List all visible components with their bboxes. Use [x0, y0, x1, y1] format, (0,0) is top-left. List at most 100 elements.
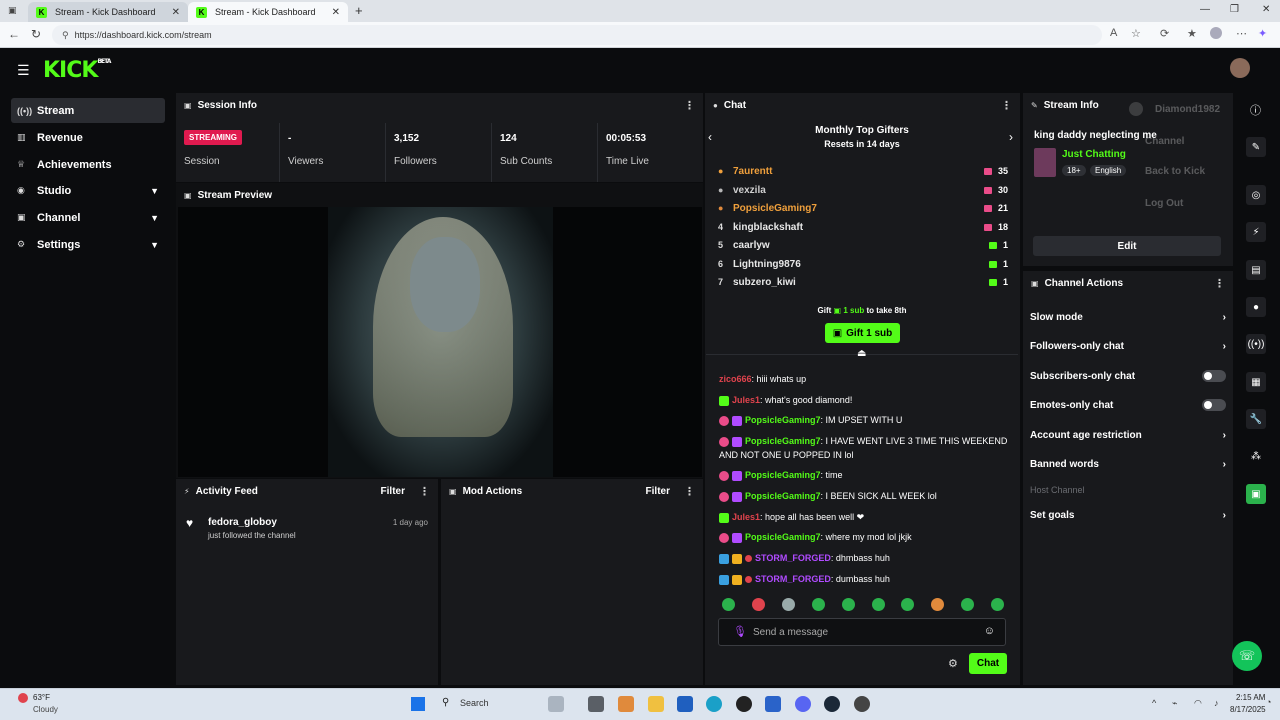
chat-message[interactable]: PopsicleGaming7: I BEEN SICK ALL WEEK lo… — [719, 489, 1009, 503]
browser-tab-2[interactable]: K Stream - Kick Dashboard ✕ — [188, 2, 348, 22]
gifter-row[interactable]: ● PopsicleGaming7 21 — [718, 199, 1008, 217]
windows-start-icon[interactable] — [411, 697, 425, 711]
gift-sub-button[interactable]: ▣ Gift 1 sub — [825, 323, 900, 343]
taskbar-app-icon[interactable] — [548, 696, 564, 712]
close-tab-icon[interactable]: ✕ — [332, 7, 340, 18]
filter-button[interactable]: Filter — [381, 486, 405, 497]
gifter-row[interactable]: 7 subzero_kiwi 1 — [718, 273, 1008, 291]
tab-actions-icon[interactable]: ▣ — [8, 5, 17, 16]
chat-username[interactable]: PopsicleGaming7 — [745, 491, 821, 501]
subscribers-only-toggle[interactable] — [1202, 370, 1226, 382]
chat-message[interactable]: Jules1: what's good diamond! — [719, 393, 1009, 407]
chat-username[interactable]: PopsicleGaming7 — [745, 436, 821, 446]
gifter-row[interactable]: 5 caarlyw 1 — [718, 236, 1008, 254]
favorite-star-icon[interactable]: ☆ — [1131, 27, 1141, 40]
kick-logo[interactable]: KICKBETA — [43, 58, 111, 83]
taskbar-app-icon[interactable] — [618, 696, 634, 712]
copilot-icon[interactable]: ✦ — [1258, 27, 1267, 40]
site-info-icon[interactable]: ⚲ — [62, 30, 69, 41]
profile-icon[interactable] — [1210, 27, 1222, 39]
emote-icon[interactable] — [752, 598, 765, 611]
hamburger-menu-icon[interactable]: ☰ — [17, 62, 30, 79]
chat-message[interactable]: PopsicleGaming7: time — [719, 468, 1009, 482]
url-field[interactable]: ⚲ https://dashboard.kick.com/stream — [52, 25, 1102, 45]
chat-message-input[interactable]: 🎙 Send a message ☺ — [718, 618, 1006, 646]
gifter-row[interactable]: 6 Lightning9876 1 — [718, 255, 1008, 273]
read-aloud-icon[interactable]: A — [1110, 27, 1117, 39]
user-avatar[interactable] — [1230, 58, 1250, 78]
network-icon[interactable]: ⌁ — [1172, 698, 1177, 709]
activity-user[interactable]: fedora_globoy — [208, 517, 277, 528]
wifi-icon[interactable]: ◠ — [1194, 698, 1202, 709]
taskbar-app-icon[interactable] — [765, 696, 781, 712]
gifter-row[interactable]: 4 kingblackshaft 18 — [718, 218, 1008, 236]
previous-arrow-icon[interactable]: ‹ — [708, 130, 712, 144]
banned-words-row[interactable]: Banned words › — [1030, 454, 1226, 474]
emote-icon[interactable] — [931, 598, 944, 611]
chat-message[interactable]: STORM_FORGED: dumbass huh — [719, 572, 1009, 586]
more-options-icon[interactable]: ⋮ — [1001, 99, 1012, 112]
favorites-icon[interactable]: ★ — [1187, 27, 1197, 40]
emote-icon[interactable] — [812, 598, 825, 611]
edit-stream-info-button[interactable]: Edit — [1033, 236, 1221, 256]
more-options-icon[interactable]: ⋮ — [684, 485, 695, 498]
filter-button[interactable]: Filter — [646, 486, 670, 497]
dropdown-item-back-to-kick[interactable]: Back to Kick — [1145, 166, 1205, 177]
clock-time[interactable]: 2:15 AM — [1236, 693, 1265, 702]
discord-icon[interactable] — [795, 696, 811, 712]
emote-icon[interactable] — [722, 598, 735, 611]
chat-username[interactable]: PopsicleGaming7 — [745, 470, 821, 480]
file-explorer-icon[interactable] — [648, 696, 664, 712]
more-options-icon[interactable]: ⋮ — [1214, 277, 1225, 290]
chat-message[interactable]: PopsicleGaming7: where my mod lol jkjk — [719, 530, 1009, 544]
emote-icon[interactable] — [872, 598, 885, 611]
chat-message[interactable]: STORM_FORGED: dhmbass huh — [719, 551, 1009, 565]
chat-message[interactable]: PopsicleGaming7: IM UPSET WITH U — [719, 413, 1009, 427]
volume-icon[interactable]: ♪ — [1214, 698, 1219, 708]
next-arrow-icon[interactable]: › — [1009, 130, 1013, 144]
chat-message[interactable]: Jules1: hope all has been well ❤ — [719, 510, 1009, 524]
refresh-page-icon[interactable]: ⟳ — [1160, 27, 1169, 40]
steam-icon[interactable] — [824, 696, 840, 712]
chat-username[interactable]: Jules1 — [732, 395, 760, 405]
followers-only-chat-row[interactable]: Followers-only chat › — [1030, 336, 1226, 356]
dropdown-item-log-out[interactable]: Log Out — [1145, 198, 1183, 209]
emote-icon[interactable] — [782, 598, 795, 611]
show-hidden-icons[interactable]: ^ — [1152, 698, 1156, 708]
back-icon[interactable]: ← — [8, 27, 20, 41]
info-icon[interactable]: ⓘ — [1250, 102, 1261, 118]
wrench-icon[interactable]: 🔧 — [1246, 409, 1266, 429]
layout-icon[interactable]: ▦ — [1246, 372, 1266, 392]
maximize-icon[interactable]: ❐ — [1230, 4, 1239, 15]
sidebar-item-channel[interactable]: ▣ Channel ▼ — [11, 205, 165, 230]
dropdown-item-channel[interactable]: Channel — [1145, 136, 1184, 147]
sidebar-item-stream[interactable]: ((•)) Stream — [11, 98, 165, 123]
emote-icon[interactable] — [991, 598, 1004, 611]
more-options-icon[interactable]: ⋮ — [419, 485, 430, 498]
collapse-handle-icon[interactable]: ⏏ — [857, 348, 866, 359]
new-tab-icon[interactable]: + — [355, 3, 363, 18]
minimize-icon[interactable]: — — [1200, 4, 1210, 15]
search-icon[interactable]: ⚲ — [442, 697, 449, 708]
emotes-only-toggle[interactable] — [1202, 399, 1226, 411]
taskbar-search[interactable]: Search — [460, 698, 489, 708]
app-icon[interactable]: ▣ — [1246, 484, 1266, 504]
microphone-icon[interactable]: 🎙 — [733, 625, 747, 638]
weather-temp[interactable]: 63°F — [33, 693, 50, 702]
stream-preview-video[interactable] — [178, 207, 702, 477]
chat-username[interactable]: Jules1 — [732, 512, 760, 522]
chat-username[interactable]: STORM_FORGED — [755, 574, 831, 584]
emoji-icon[interactable]: ☺ — [984, 625, 995, 637]
chat-username[interactable]: zico666 — [719, 374, 752, 384]
chat-username[interactable]: PopsicleGaming7 — [745, 415, 821, 425]
set-goals-row[interactable]: Set goals › — [1030, 505, 1226, 525]
sidebar-item-settings[interactable]: ⚙ Settings ▼ — [11, 232, 165, 257]
sidebar-item-revenue[interactable]: ▥ Revenue — [11, 125, 165, 150]
broadcast-icon[interactable]: ((•)) — [1246, 334, 1266, 354]
notes-icon[interactable]: ▤ — [1246, 260, 1266, 280]
edit-pencil-icon[interactable]: ✎ — [1246, 137, 1266, 157]
sidebar-item-studio[interactable]: ◉ Studio ▼ — [11, 178, 165, 203]
taskbar-app-icon[interactable] — [736, 696, 752, 712]
send-chat-button[interactable]: Chat — [969, 653, 1007, 674]
edge-browser-icon[interactable] — [706, 696, 722, 712]
